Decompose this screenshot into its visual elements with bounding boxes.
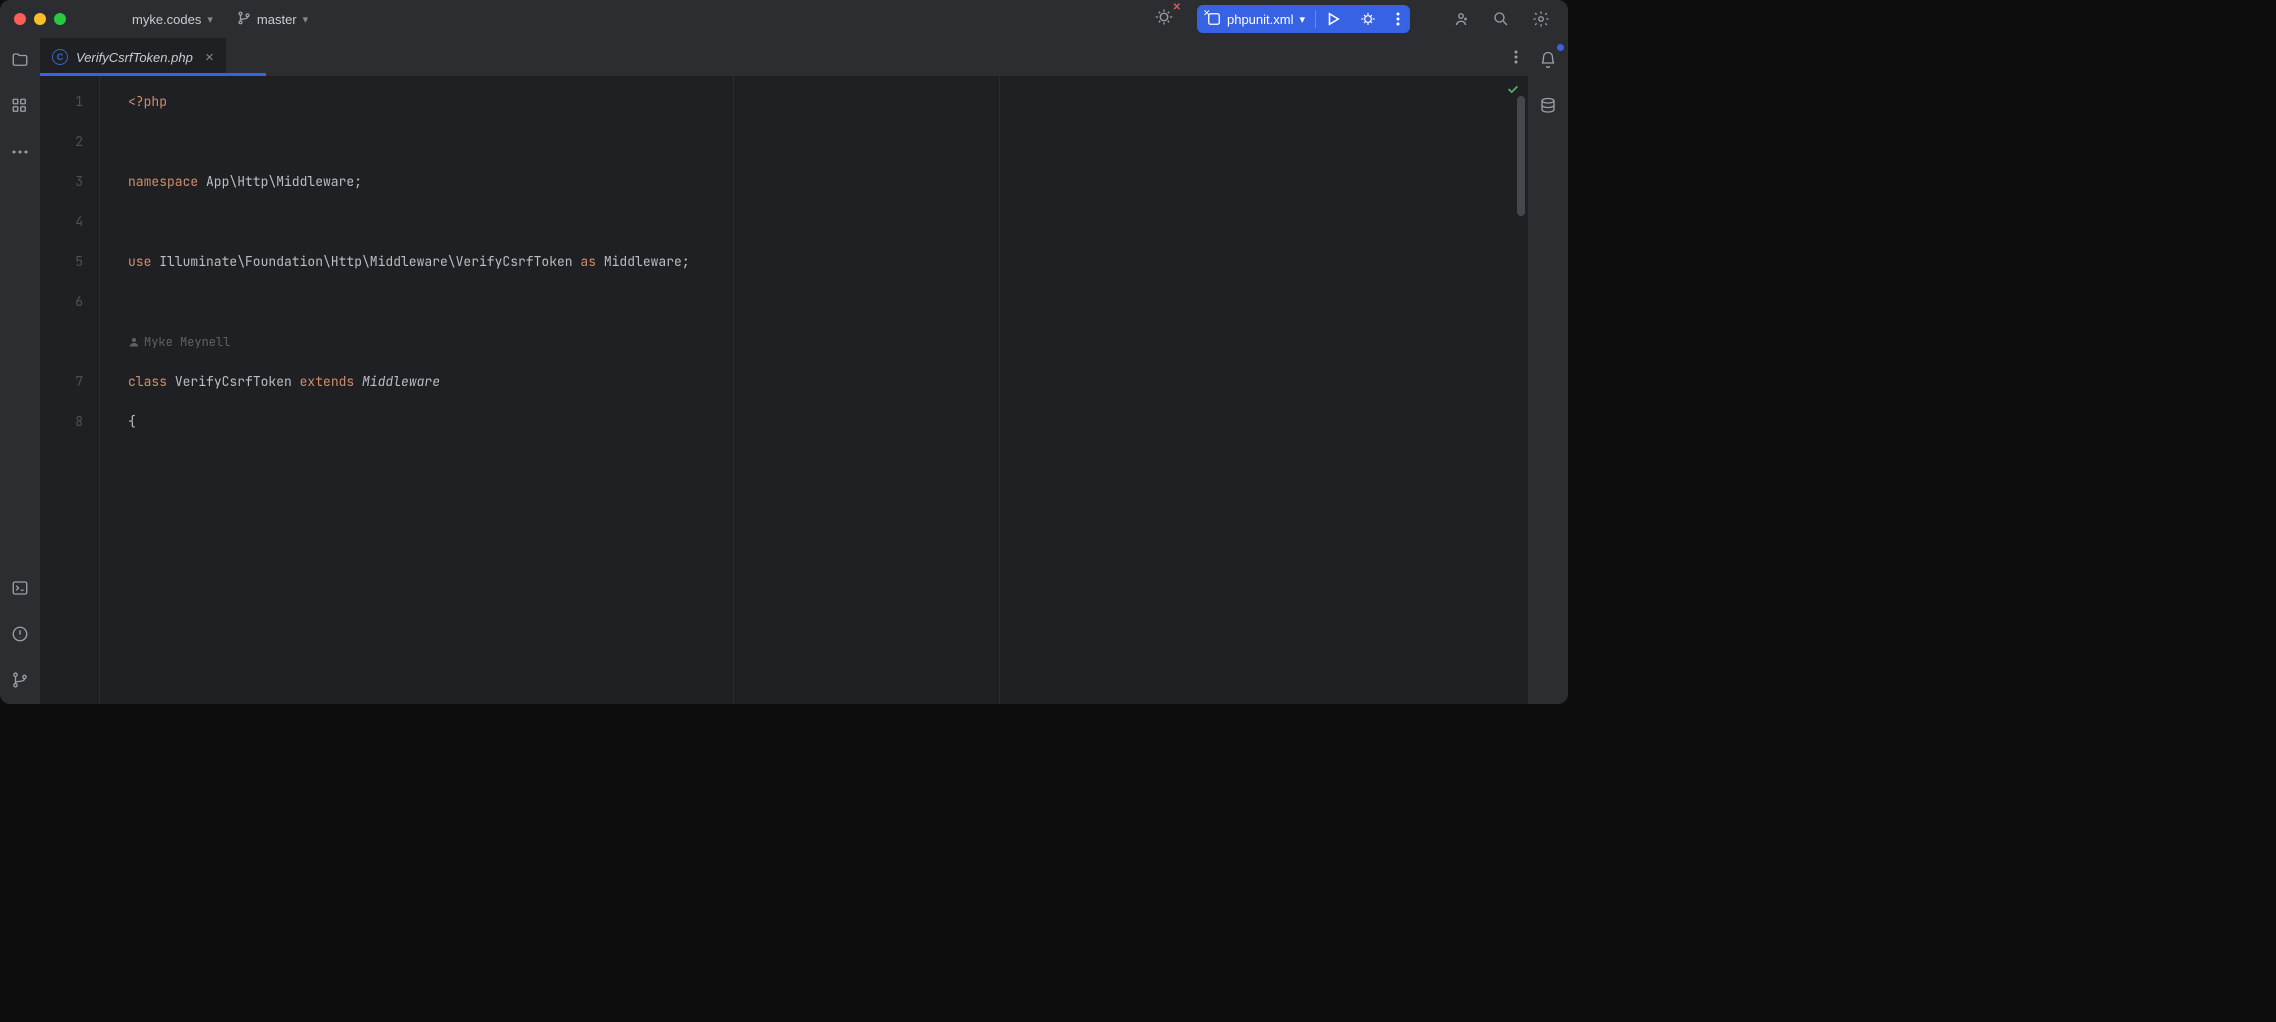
scrollbar-thumb[interactable] bbox=[1517, 96, 1525, 216]
code-with-me-icon[interactable] bbox=[1448, 6, 1474, 32]
notifications-icon[interactable] bbox=[1534, 46, 1562, 74]
wrap-guide bbox=[999, 76, 1000, 704]
editor-area: C VerifyCsrfToken.php × 1 2 3 4 bbox=[40, 38, 1528, 704]
author-annotation: Myke Meynell bbox=[128, 322, 1504, 362]
window-minimize-button[interactable] bbox=[34, 13, 46, 25]
run-button[interactable] bbox=[1316, 12, 1350, 26]
code-token: ; bbox=[354, 173, 362, 190]
code-token: as bbox=[580, 253, 596, 270]
window-close-button[interactable] bbox=[14, 13, 26, 25]
run-config-selector[interactable]: ✕ phpunit.xml ▾ bbox=[1197, 12, 1315, 27]
branch-icon bbox=[237, 11, 251, 28]
chevron-down-icon: ▾ bbox=[303, 13, 309, 26]
code-token: ; bbox=[682, 253, 690, 270]
code-token: Illuminate\Foundation\Http\Middleware\Ve… bbox=[151, 253, 580, 270]
right-tool-strip bbox=[1528, 38, 1568, 704]
code-editor[interactable]: 1 2 3 4 5 6 7 8 <?php namespace App\Http… bbox=[40, 76, 1528, 704]
code-token: use bbox=[128, 253, 151, 270]
code-token: App\Http\Middleware bbox=[198, 173, 354, 190]
code-content[interactable]: <?php namespace App\Http\Middleware; use… bbox=[100, 76, 1504, 704]
code-token: extends bbox=[300, 373, 355, 390]
line-number: 2 bbox=[40, 122, 99, 162]
editor-gutter-right bbox=[1504, 76, 1528, 704]
database-tool-icon[interactable] bbox=[1534, 92, 1562, 120]
structure-tool-icon[interactable] bbox=[6, 92, 34, 120]
debug-button[interactable] bbox=[1350, 11, 1386, 27]
config-icon: ✕ bbox=[1207, 12, 1221, 26]
branch-picker[interactable]: master ▾ bbox=[229, 7, 316, 32]
line-number: 4 bbox=[40, 202, 99, 242]
tab-options-icon[interactable] bbox=[1504, 38, 1528, 76]
project-tool-icon[interactable] bbox=[6, 46, 34, 74]
line-number: 5 bbox=[40, 242, 99, 282]
titlebar: myke.codes ▾ master ▾ ✕ bbox=[0, 0, 1568, 38]
search-icon[interactable] bbox=[1488, 6, 1514, 32]
close-tab-icon[interactable]: × bbox=[201, 49, 214, 66]
more-tools-icon[interactable] bbox=[6, 138, 34, 166]
editor-tab-bar: C VerifyCsrfToken.php × bbox=[40, 38, 1528, 76]
line-number: 1 bbox=[40, 82, 99, 122]
traffic-lights bbox=[14, 13, 66, 25]
chevron-down-icon: ▾ bbox=[1299, 13, 1305, 26]
editor-tab[interactable]: C VerifyCsrfToken.php × bbox=[40, 38, 226, 76]
code-token: class bbox=[128, 373, 167, 390]
branch-name: master bbox=[257, 12, 297, 27]
code-token: namespace bbox=[128, 173, 198, 190]
window-maximize-button[interactable] bbox=[54, 13, 66, 25]
line-number: 8 bbox=[40, 402, 99, 442]
code-token: Middleware bbox=[596, 253, 682, 270]
project-name: myke.codes bbox=[132, 12, 201, 27]
php-class-icon: C bbox=[52, 49, 68, 65]
vcs-tool-icon[interactable] bbox=[6, 666, 34, 694]
code-token: { bbox=[128, 413, 136, 430]
chevron-down-icon: ▾ bbox=[207, 13, 213, 26]
line-number: 7 bbox=[40, 362, 99, 402]
left-tool-strip bbox=[0, 38, 40, 704]
code-token: <?php bbox=[128, 93, 167, 110]
line-number: 6 bbox=[40, 282, 99, 322]
titlebar-right-actions bbox=[1448, 6, 1554, 32]
code-token: Middleware bbox=[354, 373, 440, 390]
project-picker[interactable]: myke.codes ▾ bbox=[124, 8, 221, 31]
terminal-tool-icon[interactable] bbox=[6, 574, 34, 602]
line-number-gutter: 1 2 3 4 5 6 7 8 bbox=[40, 76, 100, 704]
settings-icon[interactable] bbox=[1528, 6, 1554, 32]
debug-toolbar-button[interactable]: ✕ bbox=[1149, 4, 1179, 35]
wrap-guide bbox=[733, 76, 734, 704]
tab-filename: VerifyCsrfToken.php bbox=[76, 50, 193, 65]
line-number: 3 bbox=[40, 162, 99, 202]
problems-tool-icon[interactable] bbox=[6, 620, 34, 648]
code-token: VerifyCsrfToken bbox=[167, 373, 300, 390]
run-config-bar: ✕ phpunit.xml ▾ bbox=[1197, 5, 1410, 33]
more-run-options-button[interactable] bbox=[1386, 12, 1410, 26]
ide-window: myke.codes ▾ master ▾ ✕ bbox=[0, 0, 1568, 704]
author-name: Myke Meynell bbox=[144, 322, 230, 362]
error-badge-icon: ✕ bbox=[1173, 2, 1181, 13]
run-config-name: phpunit.xml bbox=[1227, 12, 1293, 27]
